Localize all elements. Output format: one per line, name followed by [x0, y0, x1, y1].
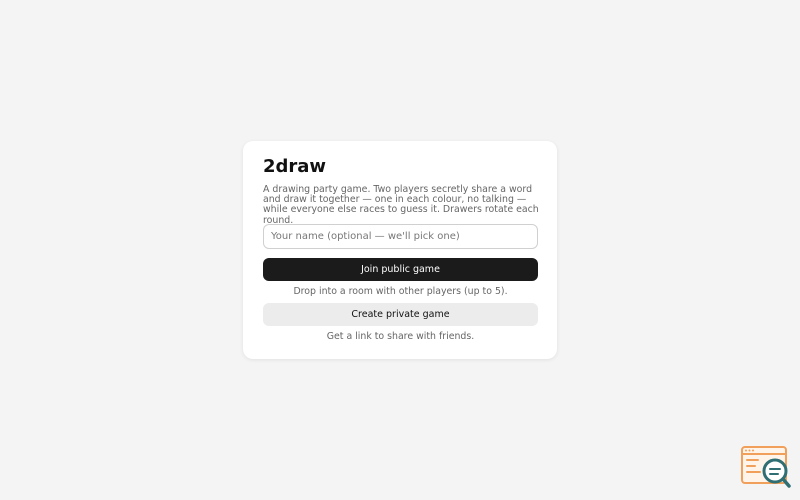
page-title: 2draw	[263, 156, 327, 177]
join-public-hint: Drop into a room with other players (up …	[293, 286, 508, 297]
browser-search-icon[interactable]	[740, 445, 792, 489]
name-input[interactable]	[263, 224, 538, 249]
join-public-game-button[interactable]: Join public game	[263, 258, 538, 281]
create-private-game-button[interactable]: Create private game	[263, 303, 538, 326]
create-private-hint: Get a link to share with friends.	[326, 331, 475, 342]
game-description: A drawing party game. Two players secret…	[263, 184, 539, 226]
